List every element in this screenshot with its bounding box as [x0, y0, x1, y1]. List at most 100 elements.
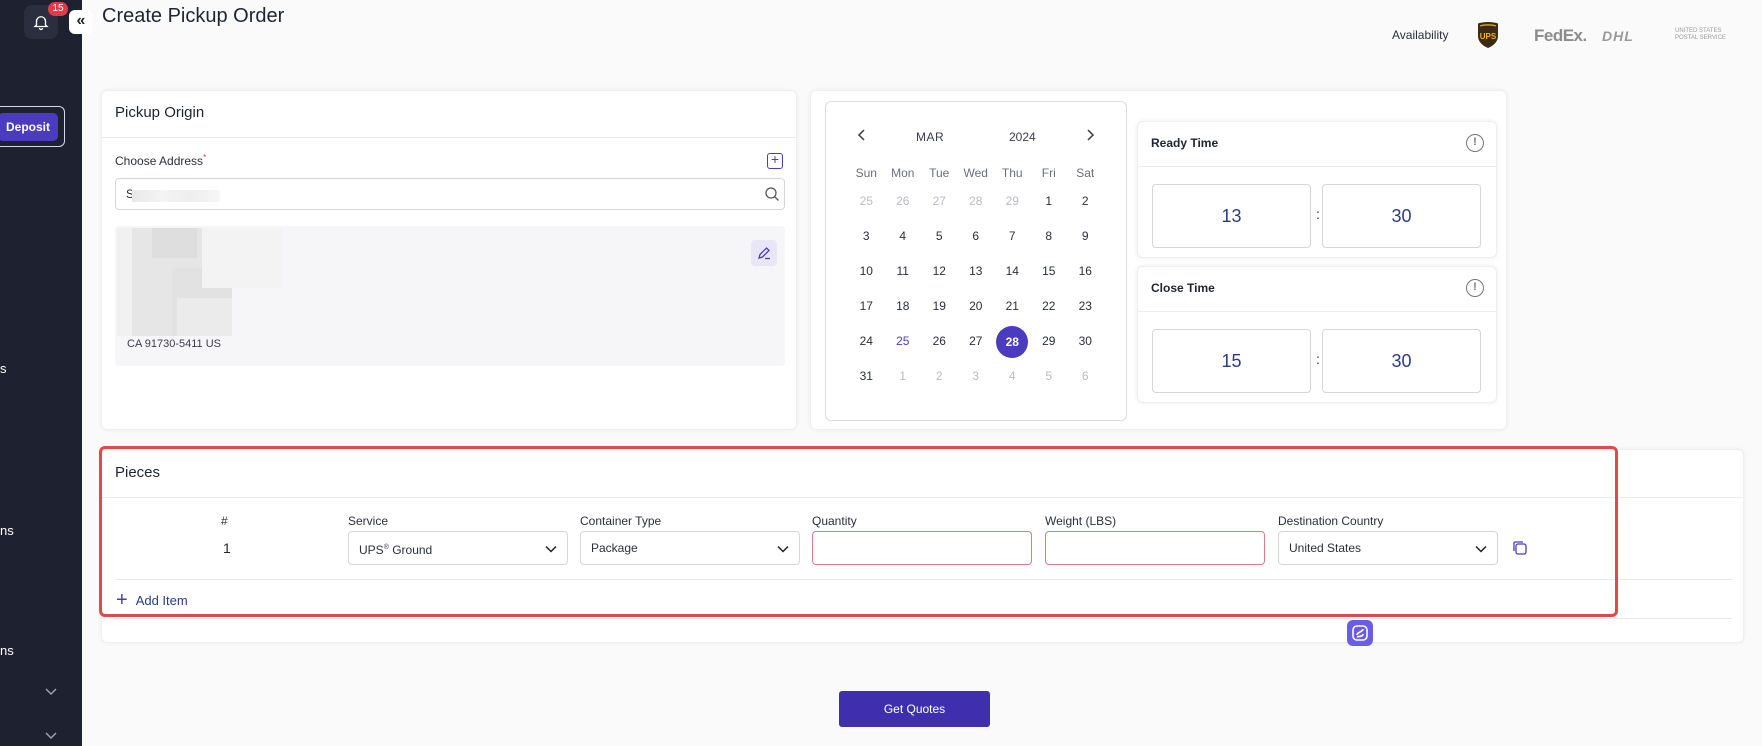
calendar-day[interactable]: 25	[848, 186, 885, 216]
calendar-day[interactable]: 28	[958, 186, 995, 216]
sidebar-item-fragment-2[interactable]: ns	[0, 523, 14, 538]
chevron-down-icon[interactable]	[44, 728, 58, 742]
calendar-day[interactable]: 6	[958, 221, 995, 251]
pickup-origin-header: Pickup Origin	[102, 91, 796, 138]
selected-address-card[interactable]: CA 91730-5411 US	[115, 226, 785, 366]
edit-address-button[interactable]	[751, 240, 777, 266]
pencil-icon	[758, 247, 770, 260]
sidebar: 15 « Deposit s ns ns	[0, 0, 93, 746]
ready-time-header: Ready Time !	[1138, 122, 1496, 167]
country-value: United States	[1289, 541, 1362, 555]
info-icon[interactable]: !	[1466, 279, 1484, 297]
calendar-day-selected[interactable]: 28	[994, 325, 1031, 358]
assistant-button[interactable]	[1347, 620, 1373, 646]
sidebar-item-fragment-1[interactable]: s	[0, 361, 7, 376]
chevron-down-icon	[545, 545, 557, 553]
calendar-month[interactable]: MAR	[916, 130, 944, 144]
service-select[interactable]: UPS® Ground	[348, 531, 568, 565]
calendar-day[interactable]: 12	[921, 256, 958, 286]
chevron-right-icon	[1087, 129, 1095, 141]
info-icon[interactable]: !	[1466, 134, 1484, 152]
calendar-day[interactable]: 1	[1031, 186, 1068, 216]
calendar-year[interactable]: 2024	[1009, 130, 1036, 144]
usps-logo: UNITED STATES POSTAL SERVICE	[1675, 28, 1726, 41]
calendar-day[interactable]: 23	[1067, 291, 1104, 321]
chevron-down-icon[interactable]	[44, 684, 58, 698]
calendar-day[interactable]: 4	[885, 221, 922, 251]
ready-time-panel: Ready Time ! 13 : 30	[1137, 121, 1497, 258]
ready-time-hour-input[interactable]: 13	[1152, 184, 1311, 248]
calendar-day[interactable]: 2	[921, 361, 958, 391]
ups-logo: UPS	[1478, 22, 1498, 48]
chevron-left-icon	[857, 129, 865, 141]
column-header-container: Container Type	[580, 514, 662, 528]
weekday-label: Thu	[1001, 166, 1023, 180]
calendar-week-row: 3456789	[848, 218, 1108, 253]
double-chevron-left-icon: «	[76, 12, 86, 29]
calendar-day[interactable]: 5	[1031, 361, 1068, 391]
weekday-label: Mon	[891, 166, 915, 180]
calendar-day[interactable]: 31	[848, 361, 885, 391]
calendar-day[interactable]: 14	[994, 256, 1031, 286]
calendar-day[interactable]: 24	[848, 326, 885, 356]
service-value: UPS	[359, 543, 384, 557]
destination-country-select[interactable]: United States	[1278, 531, 1498, 565]
row-divider	[115, 579, 1732, 580]
calendar-day[interactable]: 22	[1031, 291, 1068, 321]
calendar-day[interactable]: 30	[1067, 326, 1104, 356]
quantity-input[interactable]	[812, 531, 1032, 565]
calendar-day[interactable]: 4	[994, 361, 1031, 391]
calendar-day[interactable]: 27	[958, 326, 995, 356]
assistant-icon	[1352, 625, 1368, 641]
calendar-day[interactable]: 17	[848, 291, 885, 321]
calendar-day[interactable]: 19	[921, 291, 958, 321]
sidebar-item-fragment-3[interactable]: ns	[0, 643, 14, 658]
search-icon[interactable]	[764, 186, 780, 202]
calendar-week-row: 31 1 2 3 4 5 6	[848, 358, 1108, 393]
close-time-panel: Close Time ! 15 : 30	[1137, 266, 1497, 403]
calendar-week-row: 25 26 27 28 29 1 2	[848, 183, 1108, 218]
calendar-day[interactable]: 21	[994, 291, 1031, 321]
next-month-button[interactable]	[1084, 127, 1096, 148]
calendar-day[interactable]: 18	[885, 291, 922, 321]
collapse-sidebar-button[interactable]: «	[69, 10, 93, 34]
calendar-day[interactable]: 1	[885, 361, 922, 391]
calendar-day[interactable]: 5	[921, 221, 958, 251]
page-title: Create Pickup Order	[102, 5, 285, 27]
notification-badge: 15	[48, 2, 68, 16]
weight-input[interactable]	[1045, 531, 1265, 565]
calendar-day[interactable]: 26	[921, 326, 958, 356]
weekday-header-row: Sun Mon Tue Wed Thu Fri Sat	[848, 163, 1108, 183]
ready-time-minute-input[interactable]: 30	[1322, 184, 1481, 248]
container-type-select[interactable]: Package	[580, 531, 800, 565]
add-address-button[interactable]: +	[767, 152, 783, 169]
get-quotes-button[interactable]: Get Quotes	[839, 691, 990, 727]
calendar-week-row: 10 11 12 13 14 15 16	[848, 253, 1108, 288]
calendar-day[interactable]: 29	[994, 186, 1031, 216]
calendar-day[interactable]: 11	[885, 256, 922, 286]
calendar-day[interactable]: 25	[885, 326, 922, 356]
calendar-day[interactable]: 15	[1031, 256, 1068, 286]
calendar-day[interactable]: 6	[1067, 361, 1104, 391]
close-time-hour-input[interactable]: 15	[1152, 329, 1311, 393]
prev-month-button[interactable]	[856, 127, 868, 148]
close-time-minute-input[interactable]: 30	[1322, 329, 1481, 393]
calendar-day[interactable]: 13	[958, 256, 995, 286]
calendar-day[interactable]: 9	[1067, 221, 1104, 251]
calendar-day[interactable]: 7	[994, 221, 1031, 251]
calendar-day[interactable]: 8	[1031, 221, 1068, 251]
calendar-day[interactable]: 26	[885, 186, 922, 216]
add-item-label: Add Item	[135, 592, 188, 608]
calendar-day[interactable]: 20	[958, 291, 995, 321]
deposit-button[interactable]: Deposit	[0, 112, 58, 141]
duplicate-icon[interactable]	[1512, 540, 1528, 556]
calendar-day[interactable]: 16	[1067, 256, 1104, 286]
weekday-label: Wed	[963, 166, 988, 180]
calendar-day[interactable]: 3	[958, 361, 995, 391]
calendar-day[interactable]: 27	[921, 186, 958, 216]
calendar-day[interactable]: 2	[1067, 186, 1104, 216]
add-item-button[interactable]: + Add Item	[116, 590, 188, 610]
calendar-day[interactable]: 29	[1031, 326, 1068, 356]
calendar-day[interactable]: 3	[848, 221, 885, 251]
calendar-day[interactable]: 10	[848, 256, 885, 286]
